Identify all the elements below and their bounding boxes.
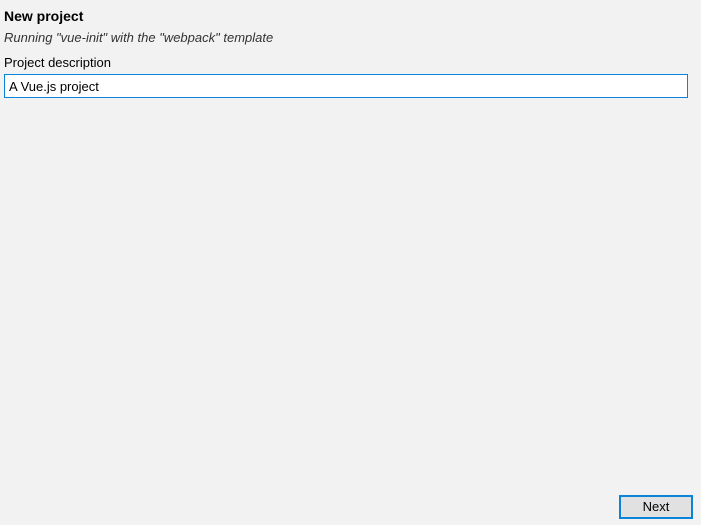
project-description-input[interactable]	[4, 74, 688, 98]
dialog-title: New project	[4, 8, 697, 24]
dialog-subtitle: Running "vue-init" with the "webpack" te…	[4, 30, 697, 45]
dialog-footer: Next	[619, 495, 693, 519]
project-description-label: Project description	[4, 55, 697, 70]
next-button[interactable]: Next	[619, 495, 693, 519]
